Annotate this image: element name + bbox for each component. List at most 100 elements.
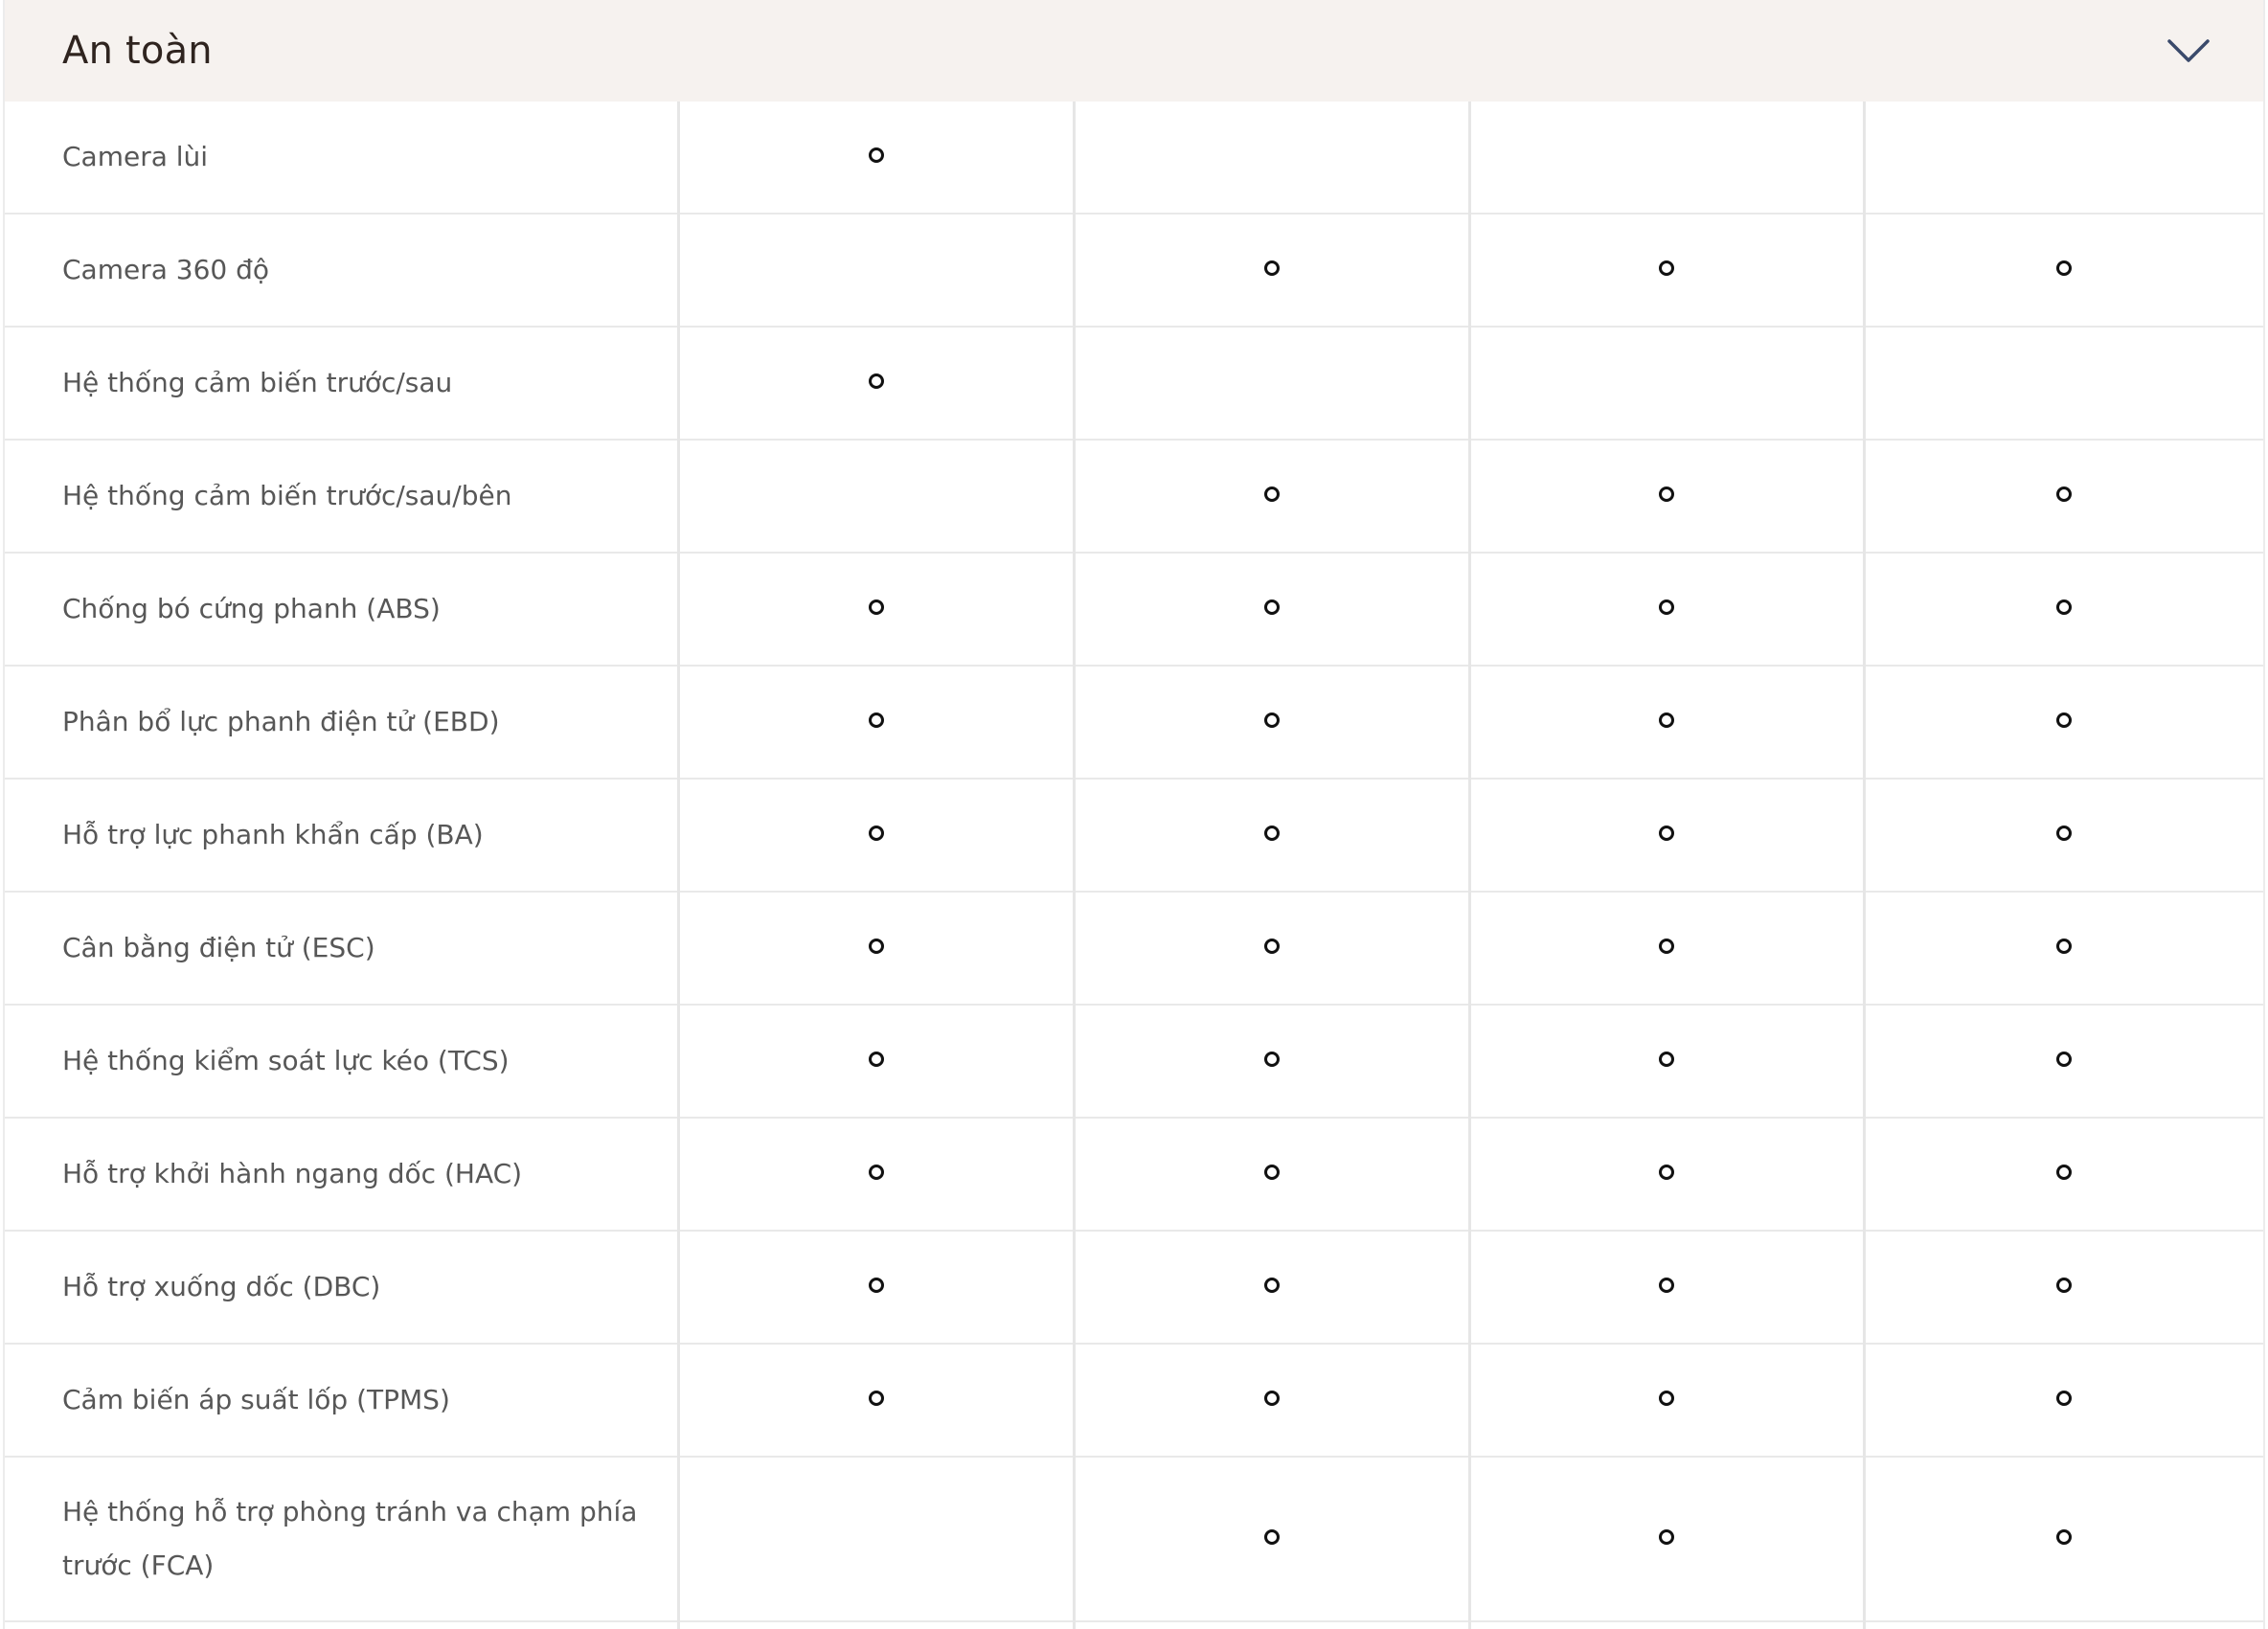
- feature-label: Hỗ trợ xuống dốc (DBC): [5, 1231, 678, 1345]
- available-mark-icon: [2056, 939, 2073, 954]
- available-mark-icon: [1263, 1529, 1280, 1545]
- feature-label: Phân bổ lực phanh điện tử (EBD): [5, 666, 678, 780]
- version-cell-1: [676, 327, 1074, 441]
- version-cell-3: [1467, 1005, 1864, 1119]
- version-cell-2: [1072, 214, 1469, 328]
- version-cell-2: [1072, 1231, 1469, 1345]
- table-row: Cảm biến áp suất lốp (TPMS): [5, 1344, 2263, 1458]
- table-row: Hỗ trợ lực phanh khẩn cấp (BA): [5, 779, 2263, 893]
- available-mark-icon: [868, 713, 884, 728]
- version-cell-3: [1467, 1344, 1864, 1458]
- available-mark-icon: [1263, 939, 1280, 954]
- table-row: Hệ thống kiểm soát lực kéo (TCS): [5, 1005, 2263, 1119]
- version-cell-3: [1467, 1457, 1864, 1622]
- version-cell-4: [1862, 553, 2263, 667]
- version-cell-1: [676, 1621, 1074, 1629]
- version-cell-3: [1467, 327, 1864, 441]
- version-cell-1: [676, 1344, 1074, 1458]
- version-cell-2: [1072, 327, 1469, 441]
- available-mark-icon: [868, 1052, 884, 1067]
- version-cell-3: [1467, 779, 1864, 893]
- available-mark-icon: [868, 826, 884, 841]
- version-cell-1: [676, 1118, 1074, 1232]
- version-cell-2: [1072, 440, 1469, 554]
- available-mark-icon: [1659, 939, 1674, 954]
- version-cell-3: [1467, 440, 1864, 554]
- version-cell-4: [1862, 1231, 2263, 1345]
- version-cell-3: [1467, 553, 1864, 667]
- section-header-safety[interactable]: An toàn: [5, 0, 2263, 102]
- feature-label: Chống bó cứng phanh (ABS): [5, 553, 678, 667]
- version-cell-4: [1862, 1005, 2263, 1119]
- table-row: Hệ thống cảm biến trước/sau/bên: [5, 440, 2263, 554]
- available-mark-icon: [868, 1278, 884, 1293]
- section-title: An toàn: [62, 29, 213, 73]
- version-cell-2: [1072, 1621, 1469, 1629]
- feature-label: Camera lùi: [5, 102, 678, 215]
- available-mark-icon: [1263, 1052, 1280, 1067]
- table-row: [5, 1621, 2263, 1629]
- version-cell-3: [1467, 102, 1864, 215]
- version-cell-2: [1072, 1118, 1469, 1232]
- version-cell-1: [676, 779, 1074, 893]
- available-mark-icon: [1263, 713, 1280, 728]
- version-cell-4: [1862, 1457, 2263, 1622]
- table-row: Hỗ trợ khởi hành ngang dốc (HAC): [5, 1118, 2263, 1232]
- version-cell-2: [1072, 1344, 1469, 1458]
- available-mark-icon: [1659, 1052, 1674, 1067]
- version-cell-3: [1467, 214, 1864, 328]
- available-mark-icon: [2056, 1165, 2073, 1180]
- version-cell-2: [1072, 553, 1469, 667]
- spec-table: Camera lùi Camera 360 độ Hệ thống cảm biến…: [5, 102, 2263, 1629]
- feature-label: Hỗ trợ lực phanh khẩn cấp (BA): [5, 779, 678, 893]
- version-cell-4: [1862, 666, 2263, 780]
- feature-label: Cân bằng điện tử (ESC): [5, 892, 678, 1006]
- available-mark-icon: [1659, 826, 1674, 841]
- version-cell-1: [676, 1005, 1074, 1119]
- version-cell-2: [1072, 1005, 1469, 1119]
- available-mark-icon: [1263, 1278, 1280, 1293]
- table-row: Phân bổ lực phanh điện tử (EBD): [5, 666, 2263, 780]
- version-cell-2: [1072, 779, 1469, 893]
- available-mark-icon: [1659, 260, 1674, 276]
- version-cell-3: [1467, 1231, 1864, 1345]
- available-mark-icon: [2056, 260, 2073, 276]
- version-cell-1: [676, 440, 1074, 554]
- version-cell-2: [1072, 102, 1469, 215]
- available-mark-icon: [1659, 486, 1674, 502]
- available-mark-icon: [1263, 486, 1280, 502]
- available-mark-icon: [1263, 826, 1280, 841]
- feature-label: Hệ thống cảm biến trước/sau/bên: [5, 440, 678, 554]
- feature-label: Hệ thống hỗ trợ phòng tránh va chạm phía…: [5, 1457, 678, 1622]
- version-cell-4: [1862, 327, 2263, 441]
- chevron-down-icon[interactable]: [2166, 28, 2211, 74]
- available-mark-icon: [2056, 486, 2073, 502]
- version-cell-4: [1862, 1344, 2263, 1458]
- table-row: Hệ thống hỗ trợ phòng tránh va chạm phía…: [5, 1457, 2263, 1622]
- available-mark-icon: [1659, 1278, 1674, 1293]
- available-mark-icon: [868, 939, 884, 954]
- feature-label: Camera 360 độ: [5, 214, 678, 328]
- safety-spec-panel: An toàn Camera lùi Camera 360 độ Hệ thống …: [3, 0, 2265, 1629]
- table-row: Hệ thống cảm biến trước/sau: [5, 327, 2263, 441]
- feature-label: Cảm biến áp suất lốp (TPMS): [5, 1344, 678, 1458]
- available-mark-icon: [1263, 1165, 1280, 1180]
- version-cell-1: [676, 553, 1074, 667]
- available-mark-icon: [2056, 713, 2073, 728]
- version-cell-2: [1072, 666, 1469, 780]
- table-row: Hỗ trợ xuống dốc (DBC): [5, 1231, 2263, 1345]
- available-mark-icon: [868, 1165, 884, 1180]
- version-cell-4: [1862, 1621, 2263, 1629]
- available-mark-icon: [868, 373, 884, 389]
- available-mark-icon: [2056, 1278, 2073, 1293]
- version-cell-4: [1862, 1118, 2263, 1232]
- available-mark-icon: [2056, 1052, 2073, 1067]
- table-row: Camera 360 độ: [5, 214, 2263, 328]
- available-mark-icon: [1659, 600, 1674, 615]
- version-cell-1: [676, 102, 1074, 215]
- available-mark-icon: [1263, 260, 1280, 276]
- available-mark-icon: [2056, 1391, 2073, 1406]
- feature-label: Hỗ trợ khởi hành ngang dốc (HAC): [5, 1118, 678, 1232]
- feature-label: [5, 1621, 678, 1629]
- version-cell-4: [1862, 440, 2263, 554]
